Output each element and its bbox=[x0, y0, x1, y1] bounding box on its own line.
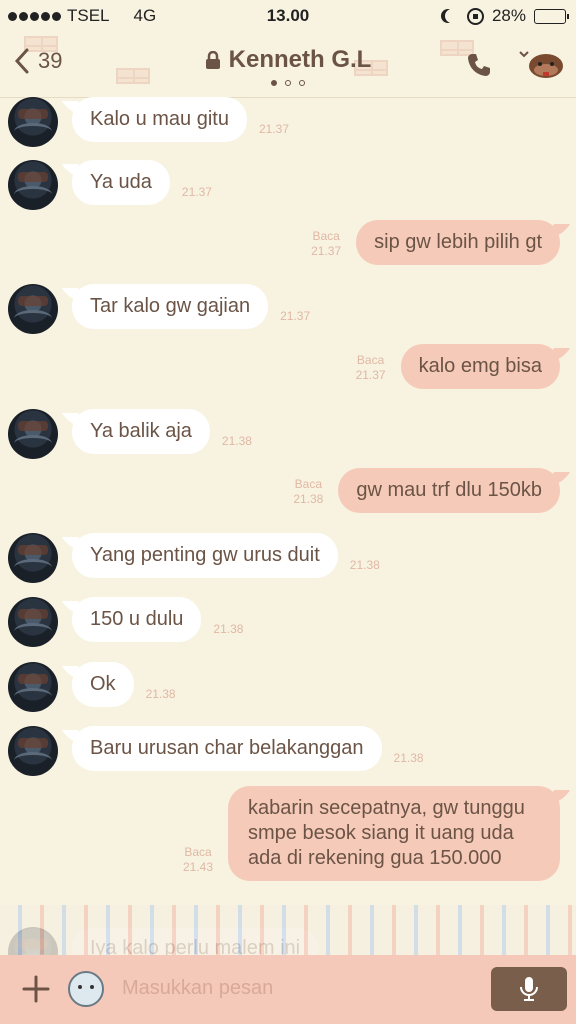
menu-button[interactable] bbox=[518, 46, 566, 82]
battery-percent: 28% bbox=[491, 6, 526, 25]
message-bubble-incoming[interactable]: Tar kalo gw gajian bbox=[72, 284, 269, 329]
battery-icon bbox=[534, 8, 569, 24]
bear-menu-icon bbox=[519, 51, 563, 78]
contact-name: Kenneth G.L bbox=[228, 46, 372, 73]
plus-icon bbox=[22, 975, 50, 1003]
message-bubble-incoming[interactable]: Kalo u mau gitu bbox=[72, 97, 247, 142]
message-bubble-outgoing[interactable]: gw mau trf dlu 150kb bbox=[338, 468, 560, 513]
message-bubble-incoming[interactable]: Ok bbox=[72, 662, 134, 707]
message-timestamp: 21.37 bbox=[355, 368, 386, 382]
message-timestamp: 21.38 bbox=[393, 751, 424, 765]
message-timestamp: 21.43 bbox=[182, 860, 214, 874]
message-bubble-incoming[interactable]: Yang penting gw urus duit bbox=[72, 533, 338, 578]
sticker-decoration bbox=[0, 905, 576, 955]
contact-avatar[interactable] bbox=[8, 284, 58, 334]
message-timestamp: 21.38 bbox=[213, 622, 244, 636]
message-bubble-incoming[interactable]: 150 u dulu bbox=[72, 597, 202, 642]
message-timestamp: 21.38 bbox=[145, 687, 176, 701]
contact-avatar[interactable] bbox=[8, 726, 58, 776]
page-dot bbox=[271, 80, 277, 86]
contact-avatar[interactable] bbox=[8, 409, 58, 459]
rotation-lock-icon bbox=[466, 7, 484, 25]
contact-avatar[interactable] bbox=[8, 160, 58, 210]
read-receipt: Baca bbox=[294, 477, 323, 491]
message-meta: Baca 21.37 bbox=[349, 353, 393, 383]
status-bar: TSEL 4G 13.00 28% bbox=[0, 0, 576, 32]
phone-icon bbox=[468, 54, 490, 76]
message-timestamp: 21.37 bbox=[280, 309, 311, 323]
chat-title[interactable]: Kenneth G.L bbox=[205, 46, 372, 74]
input-bar: Masukkan pesan bbox=[0, 955, 576, 1024]
lock-icon bbox=[205, 51, 220, 69]
read-receipt: Baca bbox=[312, 229, 340, 243]
message-timestamp: 21.37 bbox=[258, 122, 290, 136]
page-dot bbox=[299, 80, 305, 86]
do-not-disturb-icon bbox=[445, 9, 459, 23]
message-timestamp: 21.37 bbox=[311, 244, 342, 258]
message-bubble-outgoing[interactable]: kabarin secepatnya, gw tunggu smpe besok… bbox=[228, 786, 560, 881]
message-bubble-outgoing[interactable]: sip gw lebih pilih gt bbox=[356, 220, 560, 265]
contact-avatar[interactable] bbox=[8, 97, 58, 147]
contact-avatar[interactable] bbox=[8, 533, 58, 583]
message-meta: Baca 21.43 bbox=[176, 845, 220, 875]
message-bubble-incoming[interactable]: Ya balik aja bbox=[72, 409, 210, 454]
chat-header: 39 Kenneth G.L bbox=[0, 32, 576, 98]
microphone-icon bbox=[520, 977, 538, 1001]
message-bubble-incoming[interactable]: Baru urusan char belakanggan bbox=[72, 726, 382, 771]
message-meta: Baca 21.37 bbox=[304, 229, 348, 259]
message-timestamp: 21.37 bbox=[181, 185, 212, 199]
read-receipt: Baca bbox=[356, 353, 385, 367]
sticker-mascot-icon[interactable] bbox=[68, 971, 104, 1007]
attach-button[interactable] bbox=[22, 975, 50, 1008]
message-meta: Baca 21.38 bbox=[286, 477, 330, 507]
message-timestamp: 21.38 bbox=[293, 492, 324, 506]
voice-message-button[interactable] bbox=[491, 967, 567, 1011]
message-bubble-incoming[interactable]: Ya uda bbox=[72, 160, 170, 205]
contact-avatar[interactable] bbox=[8, 662, 58, 712]
message-bubble-outgoing[interactable]: kalo emg bisa bbox=[400, 344, 560, 389]
read-receipt: Baca bbox=[184, 845, 212, 859]
message-timestamp: 21.38 bbox=[349, 558, 380, 572]
contact-avatar[interactable] bbox=[8, 597, 58, 647]
call-button[interactable] bbox=[466, 52, 492, 83]
message-input[interactable]: Masukkan pesan bbox=[122, 977, 273, 1000]
message-timestamp: 21.38 bbox=[221, 434, 252, 448]
page-dot bbox=[285, 80, 291, 86]
